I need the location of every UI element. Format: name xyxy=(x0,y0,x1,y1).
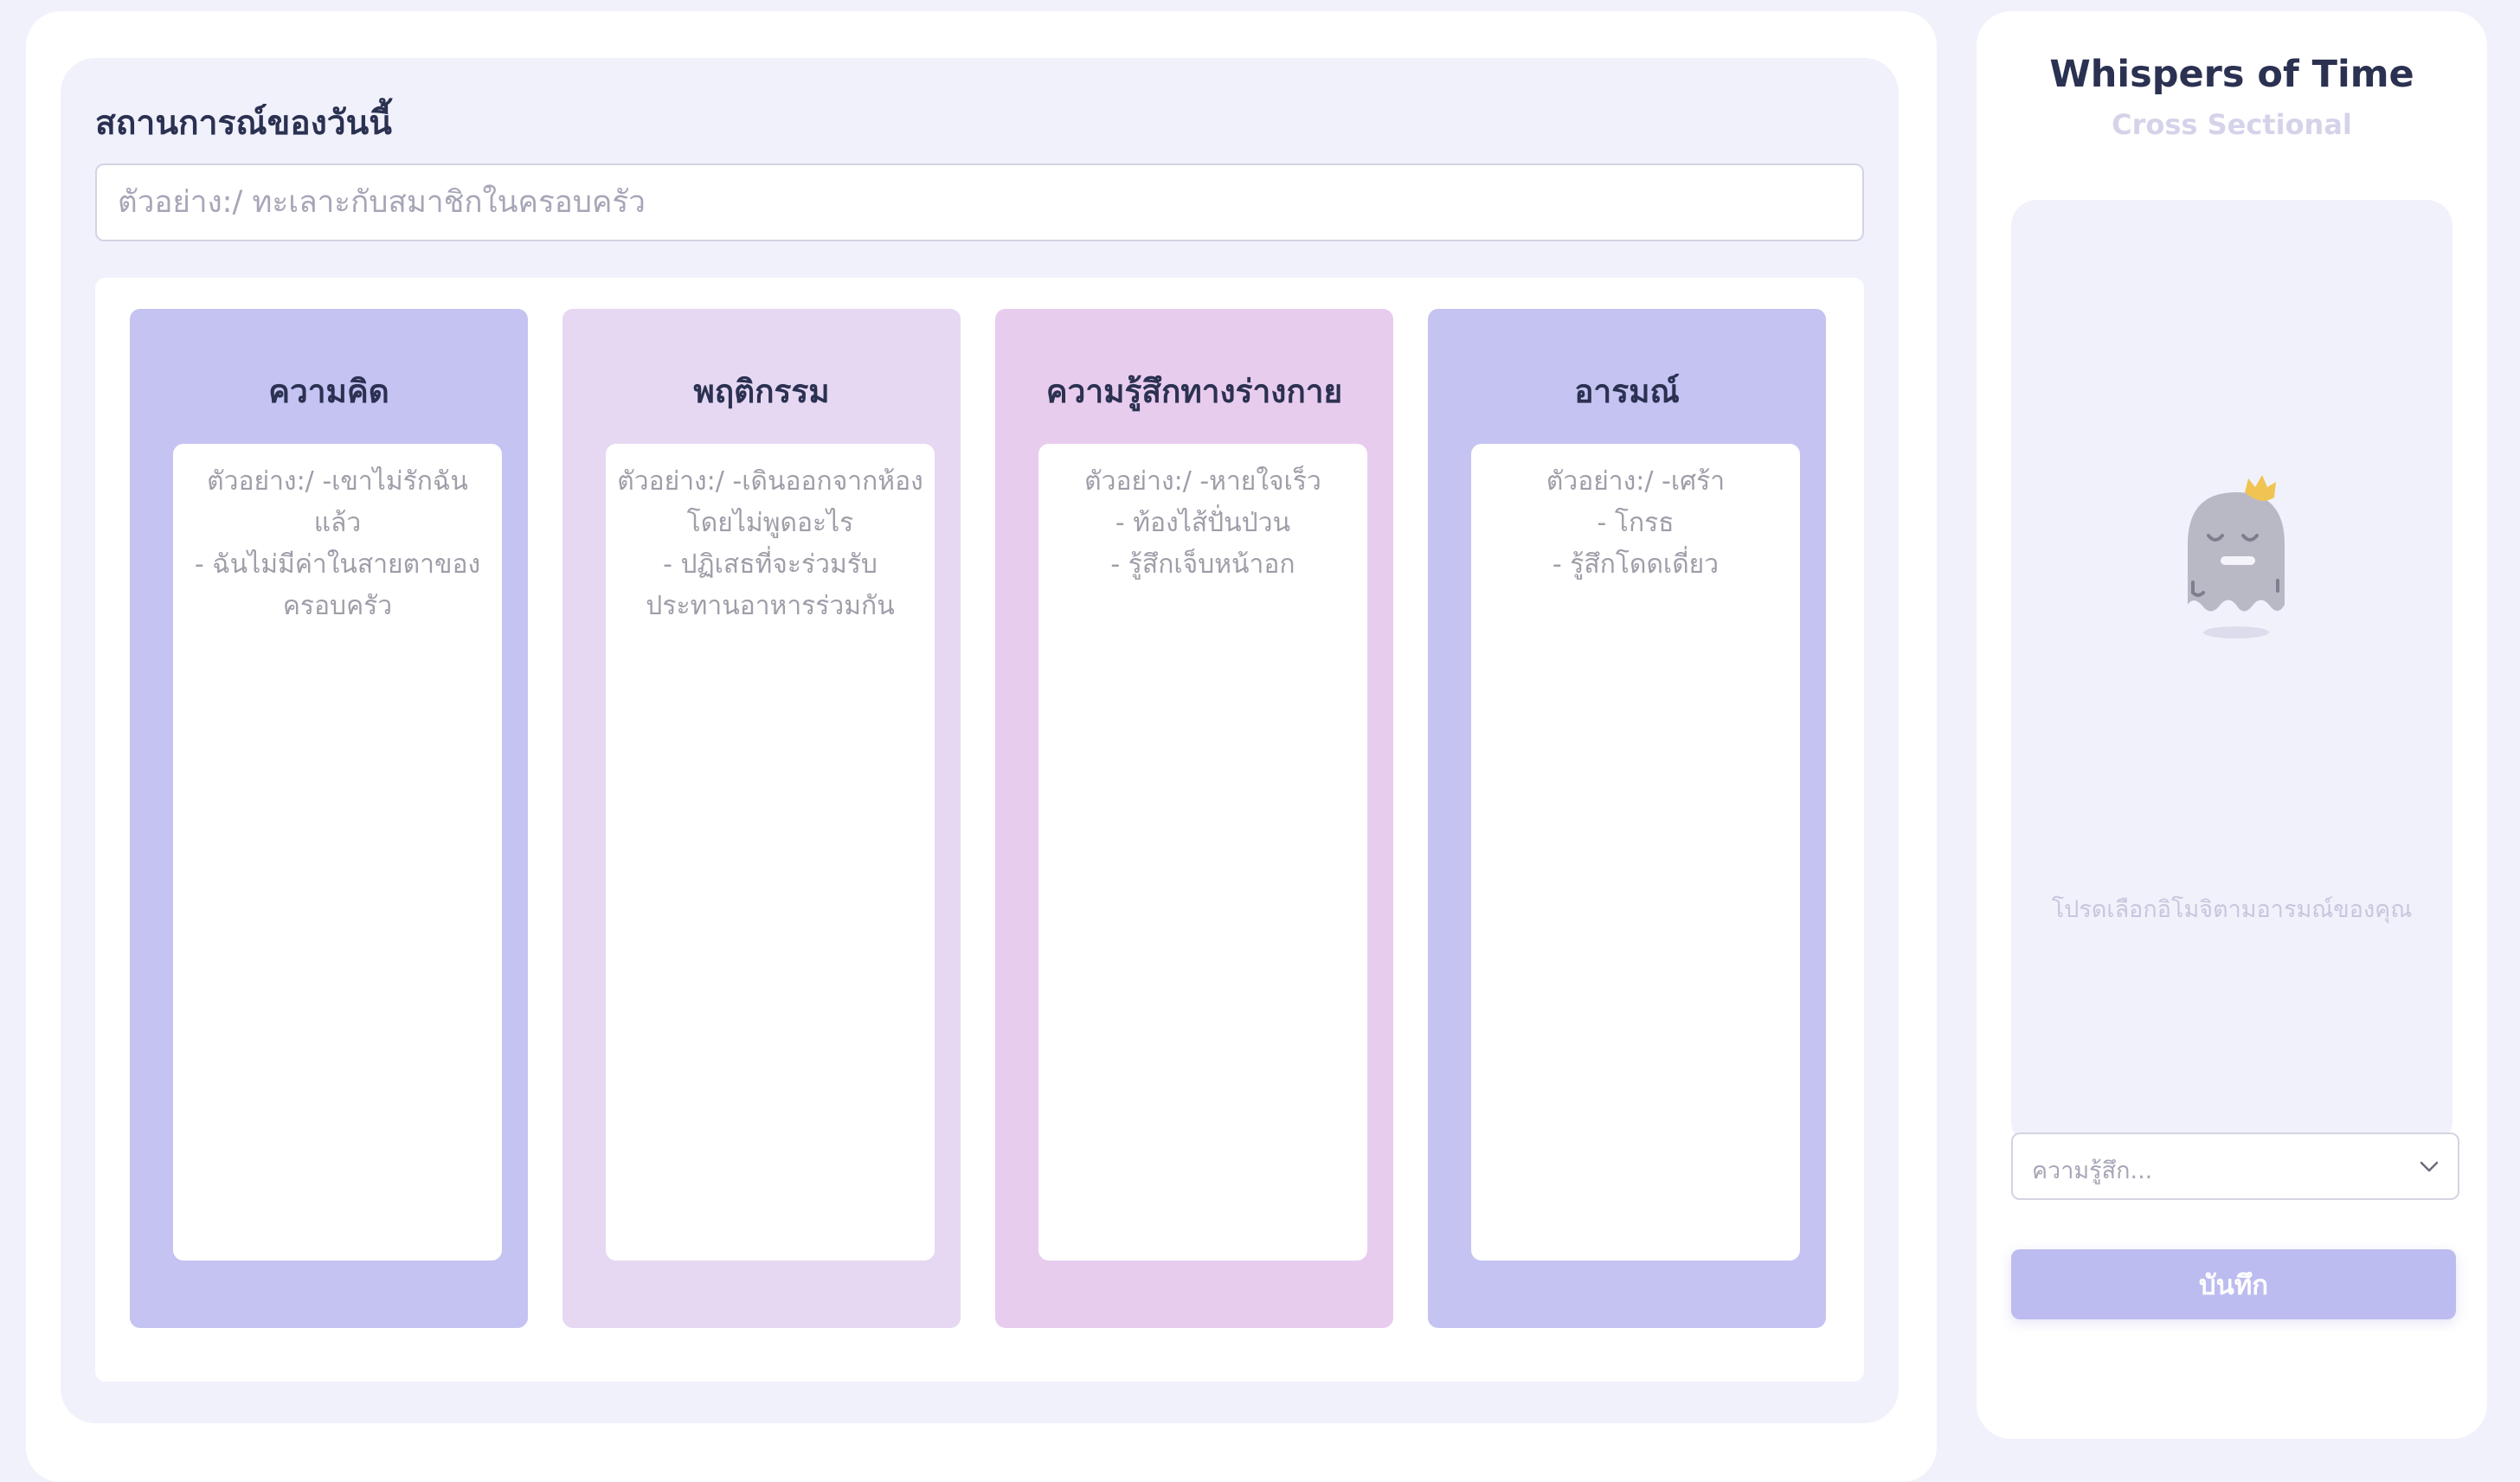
column-title-emotions: อารมณ์ xyxy=(1574,373,1680,410)
sleeping-ghost-icon xyxy=(2188,475,2285,638)
column-title-thoughts: ความคิด xyxy=(268,373,389,410)
column-behaviors: พฤติกรรม xyxy=(562,309,961,1328)
app-title: Whispers of Time xyxy=(2049,53,2414,96)
behaviors-textarea[interactable] xyxy=(606,444,935,1261)
emoji-hint: โปรดเลือกอิโมจิตามอารมณ์ของคุณ xyxy=(2051,896,2413,923)
feeling-select[interactable]: ความรู้สึก... xyxy=(2011,1132,2459,1200)
thoughts-textarea[interactable] xyxy=(173,444,502,1261)
column-box-thoughts xyxy=(173,444,502,1261)
column-title-behaviors: พฤติกรรม xyxy=(693,373,830,410)
situation-input[interactable] xyxy=(95,164,1864,241)
emoji-display-area[interactable]: โปรดเลือกอิโมจิตามอารมณ์ของคุณ xyxy=(2011,200,2452,1147)
column-box-emotions xyxy=(1471,444,1800,1261)
cbt-form-panel: สถานการณ์ของวันนี้ ความคิด พฤติกรรม ความ… xyxy=(61,58,1899,1423)
column-thoughts: ความคิด xyxy=(130,309,528,1328)
column-body-sensations: ความรู้สึกทางร่างกาย xyxy=(995,309,1393,1328)
feeling-select-value: ความรู้สึก... xyxy=(2032,1158,2153,1184)
column-title-body-sensations: ความรู้สึกทางร่างกาย xyxy=(1045,373,1343,410)
chevron-down-icon xyxy=(2420,1161,2439,1172)
sidebar-card: Whispers of Time Cross Sectional โปรดเลื… xyxy=(1977,11,2487,1439)
column-box-behaviors xyxy=(606,444,935,1261)
body-sensations-textarea[interactable] xyxy=(1038,444,1367,1261)
app-subtitle: Cross Sectional xyxy=(2112,108,2352,141)
main-card: สถานการณ์ของวันนี้ ความคิด พฤติกรรม ความ… xyxy=(26,11,1937,1482)
cbt-columns-board: ความคิด พฤติกรรม ความรู้สึกทางร่างกาย อา… xyxy=(95,278,1864,1382)
column-emotions: อารมณ์ xyxy=(1428,309,1826,1328)
save-button[interactable]: บันทึก xyxy=(2011,1249,2456,1319)
situation-title: สถานการณ์ของวันนี้ xyxy=(95,104,392,143)
column-box-body-sensations xyxy=(1038,444,1367,1261)
emotions-textarea[interactable] xyxy=(1471,444,1800,1261)
